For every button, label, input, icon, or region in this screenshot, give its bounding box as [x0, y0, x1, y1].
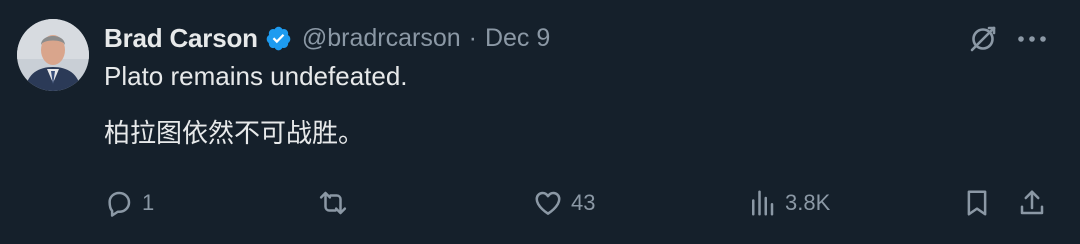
bookmark-icon: [967, 190, 987, 216]
avatar-image: [17, 19, 89, 91]
author-handle[interactable]: @bradrcarson: [302, 24, 461, 53]
tweet-card[interactable]: Brad Carson @bradrcarson · Dec 9 Plato r…: [0, 0, 1080, 244]
like-icon: [535, 191, 561, 215]
reply-count: 1: [142, 190, 155, 215]
like-count: 43: [571, 190, 596, 215]
author-name[interactable]: Brad Carson: [104, 23, 258, 54]
separator-dot: ·: [468, 23, 477, 52]
share-icon: [1020, 190, 1044, 215]
tweet-header: Brad Carson @bradrcarson · Dec 9: [104, 20, 550, 56]
tweet-date[interactable]: Dec 9: [485, 24, 550, 53]
tweet-text-chinese: 柏拉图依然不可战胜。: [104, 118, 365, 148]
reply-button[interactable]: 1: [104, 186, 154, 220]
verified-badge-icon: [265, 25, 292, 52]
avatar[interactable]: [17, 19, 89, 91]
tweet-text-english: Plato remains undefeated.: [104, 61, 408, 91]
retweet-button[interactable]: [318, 186, 356, 220]
grok-icon[interactable]: [965, 21, 1001, 57]
views-icon: [752, 190, 774, 216]
retweet-icon: [319, 191, 347, 215]
views-count: 3.8K: [785, 190, 831, 215]
like-button[interactable]: 43: [533, 186, 595, 220]
share-button[interactable]: [1017, 186, 1047, 220]
reply-icon: [108, 191, 131, 217]
bookmark-button[interactable]: [962, 186, 992, 220]
more-options-icon[interactable]: [1014, 21, 1050, 57]
views-button[interactable]: 3.8K: [747, 186, 830, 220]
